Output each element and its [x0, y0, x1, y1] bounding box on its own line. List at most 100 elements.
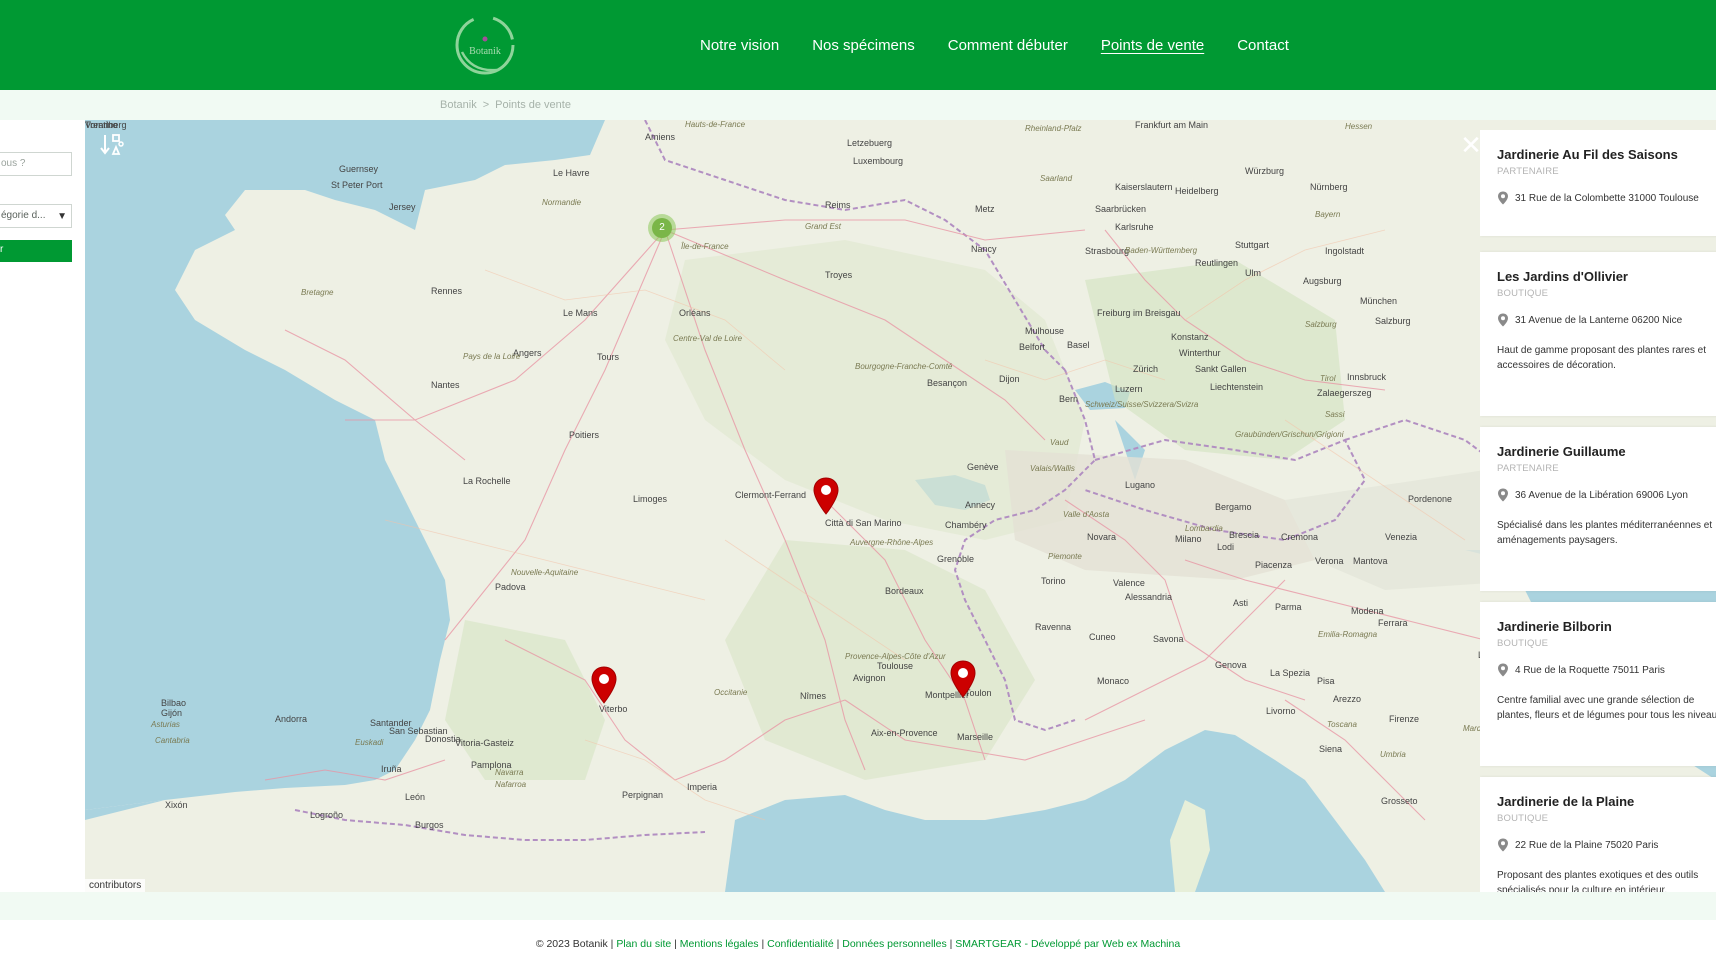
store-name: Jardinerie Bilborin: [1497, 619, 1612, 634]
map-city-label: Augsburg: [1303, 276, 1342, 286]
map-city-label: Luxembourg: [853, 156, 904, 166]
store-results-list: Jardinerie Au Fil des Saisons PARTENAIRE 3…: [1480, 130, 1716, 892]
map-city-label: Logroño: [310, 810, 344, 820]
map-region-label: Tirol: [1320, 374, 1336, 383]
map-city-label: Lodi: [1217, 542, 1235, 552]
map-city-label: Poitiers: [569, 430, 600, 440]
store-description: Haut de gamme proposant des plantes rare…: [1497, 345, 1707, 371]
filter-panel: [0, 120, 85, 892]
footer-link-2[interactable]: Confidentialité: [767, 938, 834, 950]
map-city-label: Monaco: [1097, 676, 1130, 686]
map-pin-icon: [950, 660, 976, 698]
store-address-text: 31 Rue de la Colombette 31000 Toulouse: [1515, 192, 1699, 204]
map-city-label: Bordeaux: [885, 586, 924, 596]
map-city-label: Besançon: [927, 378, 968, 388]
map-region-label: Centre-Val de Loire: [673, 334, 743, 343]
map-marker[interactable]: [813, 477, 839, 515]
map-city-label: Freiburg im Breisgau: [1097, 308, 1181, 318]
botanik-logo[interactable]: Botanik: [452, 12, 518, 78]
store-address: 36 Avenue de la Libération 69006 Lyon: [1497, 488, 1716, 502]
map-marker[interactable]: [591, 666, 617, 704]
map-city-label: Grosseto: [1381, 796, 1418, 806]
map-city-label: Orléans: [679, 308, 711, 318]
map-city-label: Bergamo: [1215, 502, 1252, 512]
map-city-label: Alessandria: [1125, 592, 1173, 602]
map-city-label: Vorarlberg: [85, 120, 127, 130]
map-region-label: Saarland: [1040, 174, 1073, 183]
map-city-label: Luzern: [1115, 384, 1143, 394]
breadcrumb-separator: >: [482, 99, 490, 111]
map-city-label: Salzburg: [1375, 316, 1411, 326]
store-address: 31 Avenue de la Lanterne 06200 Nice: [1497, 313, 1716, 327]
map-city-label: Verona: [1315, 556, 1344, 566]
map-cluster[interactable]: 2: [648, 214, 676, 242]
map-pin-icon: [813, 477, 839, 515]
nav-link-3[interactable]: Points de vente: [1101, 37, 1204, 54]
nav-link-1[interactable]: Nos spécimens: [812, 37, 915, 54]
map-region-label: Bayern: [1315, 210, 1341, 219]
map-region-label: Pays de la Loire: [463, 352, 521, 361]
map-city-label: Saarbrücken: [1095, 204, 1147, 214]
map-city-label: Vitoria-Gasteiz: [455, 738, 514, 748]
search-input[interactable]: ous ?: [0, 152, 72, 176]
map-city-label: Chambéry: [945, 520, 987, 530]
store-map[interactable]: Amiens Letzebuerg Luxembourg Frankfurt am M…: [85, 120, 1716, 892]
map-city-label: Avignon: [853, 673, 886, 683]
store-card[interactable]: Les Jardins d'Ollivier BOUTIQUE 31 Avenue …: [1480, 252, 1716, 416]
map-city-label: Annecy: [965, 500, 996, 510]
breadcrumb-home-link[interactable]: Botanik: [440, 99, 477, 111]
map-city-label: Modena: [1351, 606, 1384, 616]
footer-strip: [0, 892, 1716, 920]
store-name: Jardinerie Au Fil des Saisons: [1497, 147, 1678, 162]
map-region-label: Salzburg: [1305, 320, 1337, 329]
map-city-label: Karlsruhe: [1115, 222, 1154, 232]
store-description: Centre familial avec une grande sélectio…: [1497, 695, 1716, 721]
map-region-label: Hessen: [1345, 122, 1373, 131]
main-nav: Notre vision Nos spécimens Comment débuter…: [700, 0, 1322, 90]
store-name: Jardinerie de la Plaine: [1497, 794, 1635, 809]
map-city-label: St Peter Port: [331, 180, 383, 190]
map-marker[interactable]: [950, 660, 976, 698]
map-city-label: Città di San Marino: [825, 518, 902, 528]
map-city-label: Frankfurt am Main: [1135, 120, 1209, 130]
breadcrumb-current: Points de vente: [495, 99, 571, 111]
nav-link-2[interactable]: Comment débuter: [948, 37, 1068, 54]
map-region-label: Île-de-France: [681, 242, 729, 251]
map-region-label: Valle d'Aosta: [1063, 510, 1110, 519]
map-city-label: Cuneo: [1089, 632, 1116, 642]
map-region-label: Toscana: [1327, 720, 1357, 729]
map-city-label: Belfort: [1019, 342, 1046, 352]
footer-link-0[interactable]: Plan du site: [616, 938, 671, 950]
filter-submit-button[interactable]: r: [0, 240, 72, 262]
map-city-label: Milano: [1175, 534, 1202, 544]
map-city-label: La Spezia: [1270, 668, 1311, 678]
footer-link-3[interactable]: Données personnelles: [842, 938, 947, 950]
footer-link-4[interactable]: SMARTGEAR - Développé par Web ex Machina: [955, 938, 1180, 950]
map-city-label: Ferrara: [1378, 618, 1408, 628]
map-city-label: Dijon: [999, 374, 1020, 384]
map-city-label: Le Havre: [553, 168, 590, 178]
store-description: Spécialisé dans les plantes méditerranée…: [1497, 520, 1713, 546]
sort-icon[interactable]: [99, 132, 129, 162]
map-city-label: Mulhouse: [1025, 326, 1065, 336]
footer-link-1[interactable]: Mentions légales: [680, 938, 759, 950]
map-city-label: Toulouse: [877, 661, 914, 671]
map-city-label: Stuttgart: [1235, 240, 1270, 250]
cluster-count: 2: [652, 218, 672, 238]
map-city-label: Brescia: [1229, 530, 1260, 540]
map-city-label: Ingolstadt: [1325, 246, 1365, 256]
store-card[interactable]: Jardinerie Au Fil des Saisons PARTENAIRE 3…: [1480, 130, 1716, 236]
store-card[interactable]: Jardinerie Guillaume PARTENAIRE 36 Avenue …: [1480, 427, 1716, 591]
map-city-label: Reims: [825, 200, 851, 210]
map-city-label: Lugano: [1125, 480, 1156, 490]
map-city-label: Reutlingen: [1195, 258, 1239, 268]
store-card[interactable]: Jardinerie de la Plaine BOUTIQUE 22 Rue de…: [1480, 777, 1716, 892]
store-address-text: 36 Avenue de la Libération 69006 Lyon: [1515, 489, 1688, 501]
store-address: 22 Rue de la Plaine 75020 Paris: [1497, 838, 1716, 852]
category-select[interactable]: égorie d... ▼: [0, 204, 72, 228]
nav-link-4[interactable]: Contact: [1237, 37, 1289, 54]
nav-link-0[interactable]: Notre vision: [700, 37, 779, 54]
map-city-label: Guernsey: [339, 164, 379, 174]
store-card[interactable]: Jardinerie Bilborin BOUTIQUE 4 Rue de la R…: [1480, 602, 1716, 766]
map-region-label: Piemonte: [1048, 552, 1082, 561]
